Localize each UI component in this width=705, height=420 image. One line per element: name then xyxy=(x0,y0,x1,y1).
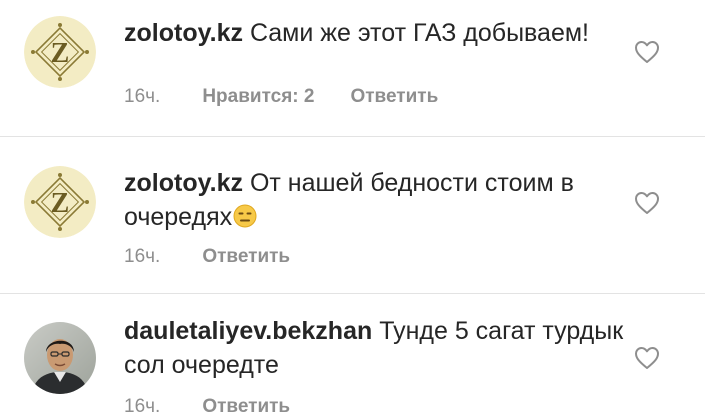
likes-count[interactable]: Нравится: 2 xyxy=(202,86,314,107)
zolotoy-logo-icon: Z xyxy=(24,166,96,238)
reply-button[interactable]: Ответить xyxy=(202,246,290,267)
comment-meta: 16ч. Нравится: 2 Ответить xyxy=(124,86,438,108)
comment-text: zolotoy.kz От нашей бедности стоим в оче… xyxy=(124,166,624,234)
divider xyxy=(0,136,705,137)
reply-button[interactable]: Ответить xyxy=(350,86,438,107)
comment-time: 16ч. xyxy=(124,246,161,267)
comment-time: 16ч. xyxy=(124,86,161,107)
svg-text:Z: Z xyxy=(51,38,70,69)
comment-body: Сами же этот ГАЗ добываем! xyxy=(249,19,589,47)
zolotoy-logo-icon: Z xyxy=(24,16,96,88)
comment-username[interactable]: zolotoy.kz xyxy=(124,19,243,47)
comment-meta: 16ч. Ответить xyxy=(124,396,290,418)
comment-text: dauletaliyev.bekzhan Тунде 5 сагат турды… xyxy=(124,314,624,382)
comment-text: zolotoy.kz Сами же этот ГАЗ добываем! xyxy=(124,16,624,50)
avatar[interactable]: Z xyxy=(24,166,96,238)
avatar[interactable] xyxy=(24,322,96,394)
expressionless-face-icon xyxy=(233,203,257,228)
reply-button[interactable]: Ответить xyxy=(202,396,290,417)
comment-username[interactable]: zolotoy.kz xyxy=(124,169,243,197)
avatar[interactable]: Z xyxy=(24,16,96,88)
user-photo-icon xyxy=(24,322,96,394)
heart-icon[interactable] xyxy=(634,346,660,370)
comment-username[interactable]: dauletaliyev.bekzhan xyxy=(124,317,372,345)
heart-icon[interactable] xyxy=(634,191,660,215)
comment-time: 16ч. xyxy=(124,396,161,417)
divider xyxy=(0,293,705,294)
comment-meta: 16ч. Ответить xyxy=(124,246,290,268)
svg-text:Z: Z xyxy=(51,188,70,219)
heart-icon[interactable] xyxy=(634,40,660,64)
